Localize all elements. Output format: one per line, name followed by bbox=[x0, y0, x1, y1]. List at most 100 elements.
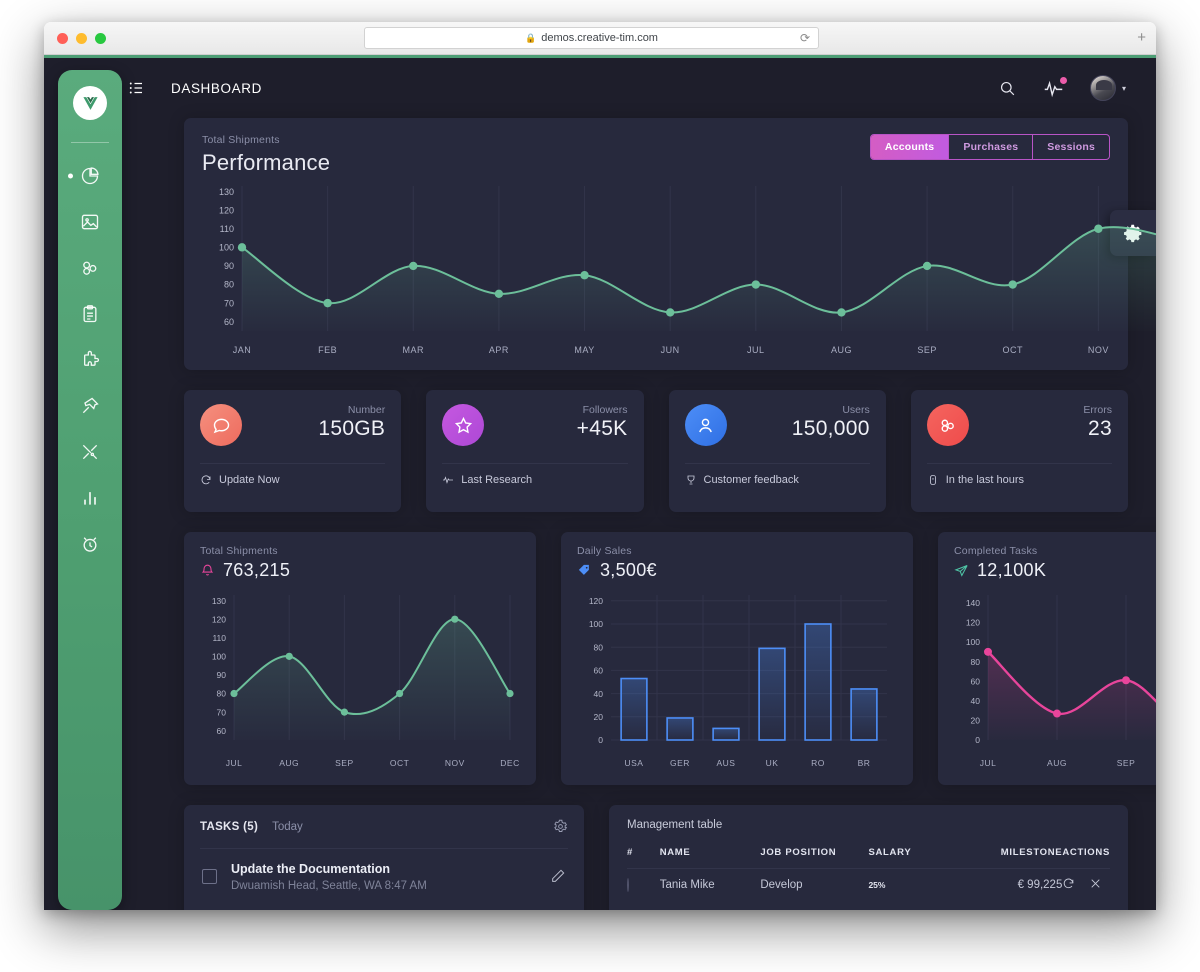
management-table: # NAME JOB POSITION SALARY MILESTONE ACT… bbox=[627, 847, 1110, 893]
total-shipments-chart: 130 120 110 100 90 80 70 60 JUL AUG SEP OCT NOV DEC bbox=[200, 581, 520, 776]
svg-text:80: 80 bbox=[217, 689, 227, 699]
svg-text:100: 100 bbox=[966, 637, 980, 647]
th-index: # bbox=[627, 847, 633, 858]
tab-purchases[interactable]: Purchases bbox=[949, 135, 1034, 159]
window-traffic-lights[interactable] bbox=[57, 32, 106, 44]
vue-logo[interactable] bbox=[73, 86, 107, 120]
search-icon[interactable] bbox=[998, 79, 1017, 98]
svg-text:40: 40 bbox=[971, 696, 981, 706]
svg-text:DEC: DEC bbox=[500, 758, 519, 768]
svg-text:SEP: SEP bbox=[335, 758, 354, 768]
star-icon bbox=[442, 404, 485, 446]
sidebar-item-tools[interactable] bbox=[58, 429, 122, 475]
svg-text:JAN: JAN bbox=[233, 345, 252, 355]
list-menu-icon[interactable] bbox=[127, 79, 145, 97]
sidebar-item-forms[interactable] bbox=[58, 291, 122, 337]
row-avatar-cell bbox=[627, 868, 660, 893]
svg-text:UK: UK bbox=[766, 758, 779, 768]
stat-card-users: Users 150,000 Customer feedback bbox=[668, 390, 886, 512]
svg-text:JUN: JUN bbox=[661, 345, 680, 355]
stat-label: Users bbox=[842, 404, 870, 416]
close-window-button[interactable] bbox=[57, 32, 68, 44]
svg-text:0: 0 bbox=[598, 735, 603, 745]
chevron-down-icon: ▾ bbox=[1121, 83, 1126, 93]
pulse-activity-icon[interactable] bbox=[1043, 76, 1067, 99]
table-row[interactable]: Tania Mike Develop 25% € 99,225 bbox=[627, 868, 1110, 893]
svg-text:130: 130 bbox=[219, 187, 234, 197]
svg-text:100: 100 bbox=[589, 619, 603, 629]
performance-card: Total Shipments Performance Accounts Pur… bbox=[184, 118, 1156, 370]
task-item[interactable]: Update the Documentation Dwuamish Head, … bbox=[200, 848, 568, 902]
table-header-row: # NAME JOB POSITION SALARY MILESTONE ACT… bbox=[627, 847, 1110, 869]
svg-text:70: 70 bbox=[224, 298, 234, 308]
sidebar-item-plugins[interactable] bbox=[58, 337, 122, 383]
minimize-window-button[interactable] bbox=[76, 32, 87, 44]
svg-text:60: 60 bbox=[217, 726, 227, 736]
sidebar-item-images[interactable] bbox=[58, 199, 122, 245]
sidebar-item-charts[interactable] bbox=[58, 475, 122, 521]
address-bar[interactable]: 🔒 demos.creative-tim.com ⟳ bbox=[364, 27, 819, 49]
maximize-window-button[interactable] bbox=[95, 32, 106, 44]
stat-footer[interactable]: In the last hours bbox=[926, 463, 1112, 486]
chat-bubble-icon bbox=[200, 404, 242, 446]
svg-text:70: 70 bbox=[217, 707, 227, 717]
sidebar-item-pinned[interactable] bbox=[58, 383, 122, 429]
stat-value: 150GB bbox=[318, 417, 386, 440]
card-value: 3,500€ bbox=[600, 560, 657, 580]
stat-card-followers: Followers +45K Last Research bbox=[426, 390, 644, 512]
refresh-icon bbox=[201, 475, 211, 485]
th-job-position: JOB POSITION bbox=[760, 847, 837, 858]
svg-text:JUL: JUL bbox=[747, 345, 765, 355]
user-menu[interactable]: ▾ bbox=[1089, 75, 1126, 101]
close-icon[interactable] bbox=[1089, 877, 1102, 893]
svg-text:BR: BR bbox=[858, 758, 871, 768]
stat-footer-label: Customer feedback bbox=[703, 474, 799, 486]
sidebar-item-components[interactable] bbox=[58, 245, 122, 291]
svg-text:20: 20 bbox=[971, 716, 981, 726]
card-label: Completed Tasks bbox=[954, 545, 1038, 557]
stat-value: +45K bbox=[576, 417, 628, 440]
pencil-icon[interactable] bbox=[550, 868, 566, 884]
stat-footer[interactable]: Customer feedback bbox=[684, 463, 870, 486]
atom-icon bbox=[926, 404, 969, 446]
lock-icon: 🔒 bbox=[525, 32, 537, 43]
refresh-icon[interactable] bbox=[1062, 877, 1075, 893]
stat-footer-label: Last Research bbox=[461, 474, 533, 486]
task-checkbox[interactable] bbox=[202, 868, 217, 884]
svg-text:MAR: MAR bbox=[403, 345, 425, 355]
svg-text:0: 0 bbox=[975, 735, 980, 745]
svg-text:100: 100 bbox=[212, 652, 226, 662]
svg-text:120: 120 bbox=[966, 618, 980, 628]
total-shipments-chart-svg: 130 120 110 100 90 80 70 60 JUL AUG SEP OCT NOV DEC bbox=[212, 595, 519, 768]
tab-sessions[interactable]: Sessions bbox=[1033, 135, 1109, 159]
mid-charts-row: Total Shipments 763,215 130 120 110 100 90 80… bbox=[184, 532, 1156, 785]
svg-text:120: 120 bbox=[212, 614, 226, 624]
svg-text:SEP: SEP bbox=[1117, 758, 1136, 768]
card-label: Total Shipments bbox=[200, 545, 278, 557]
svg-text:90: 90 bbox=[217, 670, 227, 680]
svg-text:60: 60 bbox=[594, 666, 604, 676]
bottom-row: TASKS (5) Today Update the Documentation… bbox=[184, 805, 1128, 910]
stat-label: Followers bbox=[582, 404, 628, 416]
svg-text:AUG: AUG bbox=[279, 758, 299, 768]
card-label: Daily Sales bbox=[577, 545, 632, 557]
reload-icon[interactable]: ⟳ bbox=[800, 31, 810, 45]
new-tab-button[interactable]: + bbox=[1137, 30, 1146, 45]
sidebar-item-dashboard[interactable] bbox=[58, 153, 122, 199]
tasks-card: TASKS (5) Today Update the Documentation… bbox=[184, 805, 584, 910]
completed-tasks-chart-svg: 140120100806040200JULAUGSEPOCTNOV bbox=[966, 595, 1156, 768]
svg-text:140: 140 bbox=[966, 598, 980, 608]
topbar: DASHBOARD ▾ bbox=[122, 58, 1156, 118]
performance-tabs[interactable]: Accounts Purchases Sessions bbox=[869, 134, 1110, 160]
svg-text:FEB: FEB bbox=[318, 345, 337, 355]
gear-icon[interactable] bbox=[553, 819, 568, 834]
sidebar-item-notifications[interactable] bbox=[58, 521, 122, 567]
stat-footer[interactable]: Last Research bbox=[442, 463, 628, 486]
stat-value: 23 bbox=[1088, 417, 1112, 440]
svg-text:JUL: JUL bbox=[226, 758, 243, 768]
performance-chart: 130 120 110 100 90 80 70 60 JAN FEB MAR APR MAY JUN JU… bbox=[202, 176, 1156, 361]
stat-footer-label: Update Now bbox=[219, 474, 280, 486]
stat-footer[interactable]: Update Now bbox=[200, 463, 386, 486]
svg-text:RO: RO bbox=[811, 758, 825, 768]
tab-accounts[interactable]: Accounts bbox=[870, 135, 950, 159]
